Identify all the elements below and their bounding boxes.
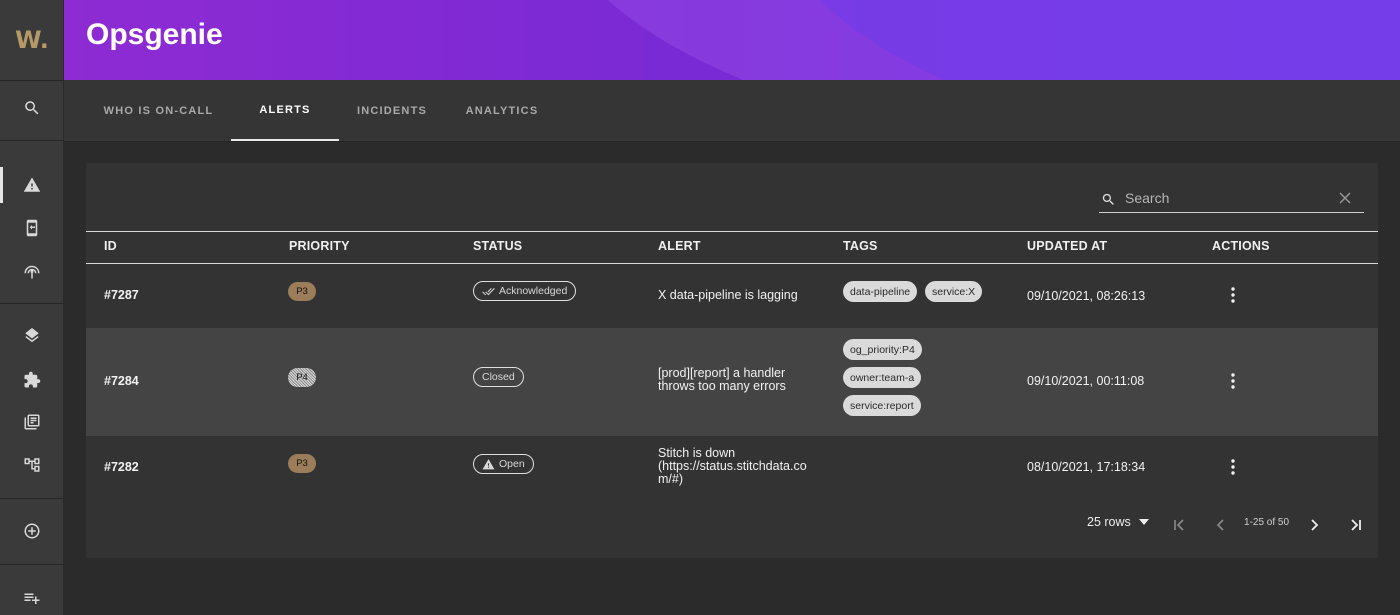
row-actions-menu-icon[interactable] xyxy=(1224,284,1242,306)
alert-message-line: X data-pipeline is lagging xyxy=(658,288,798,302)
priority-badge: P3 xyxy=(288,282,316,301)
rows-per-page-select[interactable]: 25 rows xyxy=(1087,515,1149,529)
alert-message[interactable]: [prod][report] a handler throws too many… xyxy=(658,367,818,393)
caret-down-icon xyxy=(1138,519,1149,525)
tab-analytics[interactable]: ANALYTICS xyxy=(445,80,559,141)
alert-id[interactable]: #7282 xyxy=(104,460,139,474)
status-label: Closed xyxy=(482,371,515,383)
alert-id[interactable]: #7287 xyxy=(104,288,139,302)
alert-message[interactable]: X data-pipeline is lagging xyxy=(658,289,838,302)
status-badge: Closed xyxy=(473,367,524,387)
tab-bar: WHO IS ON-CALL ALERTS INCIDENTS ANALYTIC… xyxy=(64,80,1400,142)
search-box xyxy=(1099,183,1364,213)
tag-chip[interactable]: service:X xyxy=(925,281,983,302)
rows-per-page-label: 25 rows xyxy=(1087,515,1131,529)
priority-badge: P4 xyxy=(288,368,316,387)
column-header-alert[interactable]: ALERT xyxy=(658,239,701,253)
add-circle-icon[interactable] xyxy=(16,515,48,547)
search-input[interactable] xyxy=(1125,187,1325,209)
layers-icon[interactable] xyxy=(16,321,48,353)
sidebar-divider xyxy=(0,80,64,81)
tag-chip[interactable]: data-pipeline xyxy=(843,281,918,302)
tab-who-is-on-call[interactable]: WHO IS ON-CALL xyxy=(86,80,231,141)
status-label: Open xyxy=(499,458,525,470)
updated-at: 09/10/2021, 00:11:08 xyxy=(1027,374,1145,388)
column-header-tags[interactable]: TAGS xyxy=(843,239,878,253)
table-header: ID PRIORITY STATUS ALERT TAGS UPDATED AT… xyxy=(86,231,1378,264)
playlist-add-icon[interactable] xyxy=(16,582,48,614)
tab-alerts[interactable]: ALERTS xyxy=(231,80,339,141)
hierarchy-icon[interactable] xyxy=(16,449,48,481)
app-header: Opsgenie xyxy=(64,0,1400,80)
tab-incidents[interactable]: INCIDENTS xyxy=(339,80,445,141)
alert-message[interactable]: Stitch is down (https://status.stitchdat… xyxy=(658,447,818,486)
row-actions-menu-icon[interactable] xyxy=(1224,370,1242,392)
tag-chip[interactable]: service:report xyxy=(843,395,921,416)
updated-at: 08/10/2021, 17:18:34 xyxy=(1027,460,1146,474)
sidebar-active-indicator xyxy=(0,167,3,203)
status-label: Acknowledged xyxy=(499,285,568,297)
double-check-icon xyxy=(482,287,495,295)
alert-message-line: throws too many errors xyxy=(658,379,786,393)
search-icon xyxy=(1102,193,1114,205)
sidebar-divider xyxy=(0,303,64,304)
sidebar-divider xyxy=(0,564,64,565)
page-range-label: 1-25 of 50 xyxy=(1244,517,1290,528)
phone-icon[interactable] xyxy=(16,212,48,244)
alert-triangle-icon[interactable] xyxy=(16,169,48,201)
table-row[interactable]: #7282 P3 Open Stitch is down (https://st… xyxy=(86,436,1378,500)
column-header-status[interactable]: STATUS xyxy=(473,239,522,253)
column-header-priority[interactable]: PRIORITY xyxy=(289,239,350,253)
last-page-icon[interactable] xyxy=(1345,514,1367,536)
row-actions-menu-icon[interactable] xyxy=(1224,456,1242,478)
column-header-actions: ACTIONS xyxy=(1212,239,1270,253)
broadcast-icon[interactable] xyxy=(16,255,48,287)
updated-at: 09/10/2021, 08:26:13 xyxy=(1027,289,1146,303)
priority-badge: P3 xyxy=(288,454,316,473)
library-icon[interactable] xyxy=(16,406,48,438)
tag-chip[interactable]: og_priority:P4 xyxy=(843,339,922,360)
alert-message-line: m/#) xyxy=(658,472,683,486)
column-header-id[interactable]: ID xyxy=(104,239,117,253)
page-title: Opsgenie xyxy=(86,18,223,51)
sidebar: W. xyxy=(0,0,64,615)
sidebar-divider xyxy=(0,140,64,141)
next-page-icon[interactable] xyxy=(1303,514,1325,536)
status-badge: Open xyxy=(473,454,534,474)
sidebar-divider xyxy=(0,498,64,499)
table-row[interactable]: #7284 P4 Closed [prod][report] a handler… xyxy=(86,328,1378,436)
tag-chip[interactable]: owner:team-a xyxy=(843,367,922,388)
alerts-table-card: ID PRIORITY STATUS ALERT TAGS UPDATED AT… xyxy=(86,163,1378,558)
column-header-updated-at[interactable]: UPDATED AT xyxy=(1027,239,1107,253)
status-badge: Acknowledged xyxy=(473,281,577,301)
previous-page-icon[interactable] xyxy=(1210,514,1232,536)
search-icon[interactable] xyxy=(16,92,48,124)
table-row[interactable]: #7287 P3 Acknowledged X data-pipeline is… xyxy=(86,264,1378,328)
puzzle-icon[interactable] xyxy=(16,364,48,396)
warning-icon xyxy=(482,458,495,469)
clear-search-icon[interactable] xyxy=(1338,191,1352,205)
app-logo[interactable]: W. xyxy=(0,0,64,80)
alert-id[interactable]: #7284 xyxy=(104,374,139,388)
first-page-icon[interactable] xyxy=(1168,514,1190,536)
